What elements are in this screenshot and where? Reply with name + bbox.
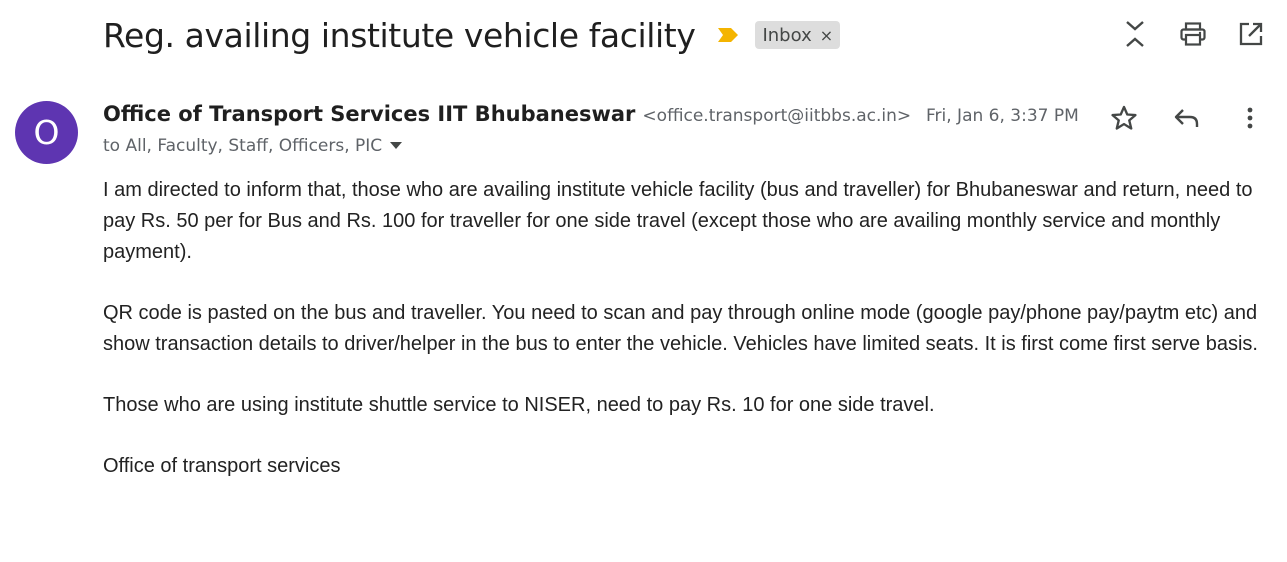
body-paragraph: I am directed to inform that, those who …	[103, 179, 1253, 263]
reply-icon[interactable]	[1173, 102, 1201, 134]
recipients-toggle[interactable]: to All, Faculty, Staff, Officers, PIC	[103, 136, 403, 156]
sender-line: Office of Transport Services IIT Bhubane…	[103, 102, 911, 126]
subject-row: Reg. availing institute vehicle facility…	[103, 12, 841, 58]
chevron-down-icon[interactable]	[390, 142, 403, 150]
open-in-new-window-icon[interactable]	[1237, 18, 1265, 50]
remove-label-icon[interactable]: ×	[820, 26, 833, 45]
message-body: I am directed to inform that, those who …	[103, 175, 1271, 512]
important-marker-icon[interactable]	[717, 24, 739, 46]
sender-email: <office.transport@iitbbs.ac.in>	[642, 106, 912, 126]
email-view: Reg. availing institute vehicle facility…	[0, 0, 1287, 562]
email-subject: Reg. availing institute vehicle facility	[103, 15, 696, 55]
star-icon[interactable]	[1110, 102, 1138, 134]
message-actions	[1110, 102, 1264, 134]
label-chip-text: Inbox	[762, 24, 812, 46]
thread-actions	[1121, 18, 1265, 50]
avatar[interactable]: O	[15, 101, 78, 164]
collapse-all-icon[interactable]	[1121, 18, 1149, 50]
sender-name[interactable]: Office of Transport Services IIT Bhubane…	[103, 102, 635, 126]
message-date: Fri, Jan 6, 3:37 PM	[926, 106, 1079, 126]
signature: Office of transport services	[103, 455, 341, 477]
body-paragraph: Those who are using institute shuttle se…	[103, 394, 935, 416]
more-vert-icon[interactable]	[1236, 102, 1264, 134]
recipients-text: to All, Faculty, Staff, Officers, PIC	[103, 136, 383, 156]
print-icon[interactable]	[1179, 18, 1207, 50]
label-chip-inbox: Inbox ×	[755, 21, 841, 49]
body-paragraph: QR code is pasted on the bus and travell…	[103, 302, 1258, 355]
